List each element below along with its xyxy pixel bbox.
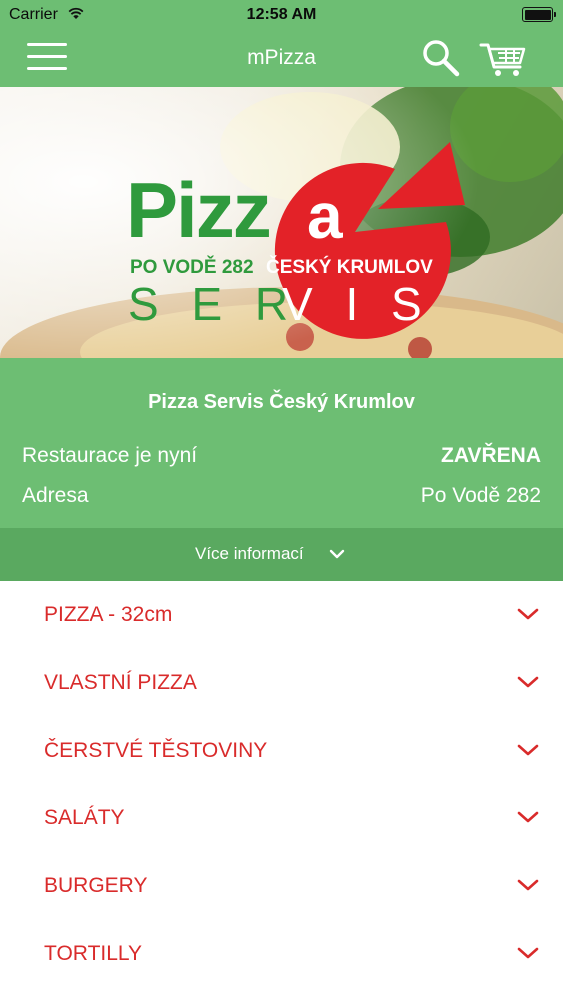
logo-word-pizz: Pizz xyxy=(126,166,272,254)
chevron-down-icon xyxy=(329,547,345,565)
more-info-label: Více informací xyxy=(195,544,304,563)
chevron-down-icon xyxy=(517,810,539,829)
category-label: BURGERY xyxy=(44,874,148,898)
status-label: Restaurace je nyní xyxy=(22,444,198,467)
logo-word-a: a xyxy=(307,180,343,252)
navigation-bar: mPizza xyxy=(0,30,563,87)
address-label: Adresa xyxy=(22,484,89,507)
chevron-down-icon xyxy=(517,675,539,694)
restaurant-name: Pizza Servis Český Krumlov xyxy=(148,391,415,413)
chevron-down-icon xyxy=(517,743,539,762)
category-label: PIZZA - 32cm xyxy=(44,603,173,626)
category-item-pasta[interactable]: ČERSTVÉ TĚSTOVINY xyxy=(0,716,563,785)
battery-icon xyxy=(522,7,556,22)
chevron-down-icon xyxy=(517,946,539,965)
address-value: Po Vodě 282 xyxy=(420,484,541,507)
hero-banner: Pizz a PO VODĚ 282 ČESKÝ KRUMLOV S E R V… xyxy=(0,87,563,358)
category-item-custom-pizza[interactable]: VLASTNÍ PIZZA xyxy=(0,648,563,717)
logo-city: ČESKÝ KRUMLOV xyxy=(266,257,433,278)
shopping-cart-icon[interactable] xyxy=(478,37,528,79)
category-label: SALÁTY xyxy=(44,806,125,830)
status-bar: Carrier 12:58 AM xyxy=(0,0,563,30)
logo-address: PO VODĚ 282 xyxy=(130,257,254,278)
category-item-tortillas[interactable]: TORTILLY xyxy=(0,919,563,988)
status-value: ZAVŘENA xyxy=(441,444,541,467)
category-item-pizza[interactable]: PIZZA - 32cm xyxy=(0,581,563,649)
category-item-salads[interactable]: SALÁTY xyxy=(0,784,563,853)
category-label: ČERSTVÉ TĚSTOVINY xyxy=(44,738,268,762)
category-label: VLASTNÍ PIZZA xyxy=(44,670,197,694)
restaurant-info-panel: Pizza Servis Český Krumlov Restaurace je… xyxy=(0,358,563,528)
search-icon[interactable] xyxy=(420,37,462,79)
chevron-down-icon xyxy=(517,878,539,897)
status-time: 12:58 AM xyxy=(246,6,317,23)
chevron-down-icon xyxy=(517,607,539,626)
logo: Pizz a PO VODĚ 282 ČESKÝ KRUMLOV S E R V… xyxy=(0,87,563,358)
category-list: PIZZA - 32cm VLASTNÍ PIZZA ČERSTVÉ TĚSTO… xyxy=(0,581,563,988)
logo-servis-left: S E R xyxy=(128,278,299,330)
more-info-button[interactable]: Více informací xyxy=(0,528,563,581)
category-item-burgers[interactable]: BURGERY xyxy=(0,852,563,920)
category-label: TORTILLY xyxy=(44,941,143,965)
logo-servis-right: V I S xyxy=(282,278,432,330)
